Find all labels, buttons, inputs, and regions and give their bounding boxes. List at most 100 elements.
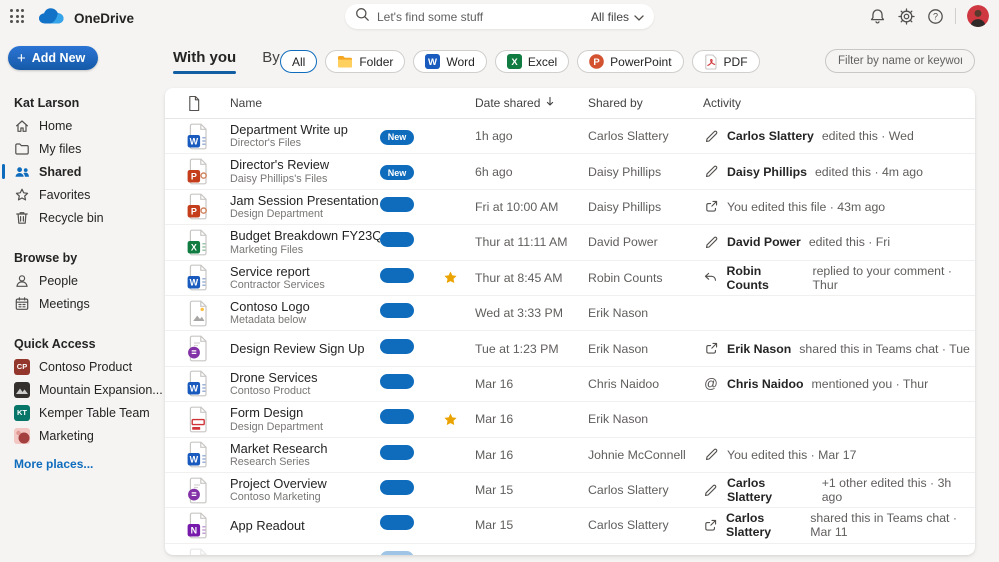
filter-pill-label: Word [446, 55, 474, 69]
filter-pill-pdf[interactable]: PDF [692, 50, 760, 73]
svg-text:W: W [428, 57, 437, 68]
filter-pill-word[interactable]: W Word [413, 50, 486, 73]
search-input[interactable] [377, 10, 584, 24]
table-row[interactable]: P Jam Session Presentation Design Depart… [165, 190, 975, 225]
help-icon[interactable]: ? [926, 7, 944, 25]
sidebar-item-label: People [39, 274, 78, 288]
activity-actor: Chris Naidoo [727, 377, 804, 391]
file-name: Design Review Sign Up [230, 341, 380, 356]
badge-cell: New [380, 127, 443, 145]
settings-gear-icon[interactable] [897, 7, 915, 25]
filter-pill-icon: X [507, 54, 522, 69]
sidebar-item-meetings[interactable]: Meetings [0, 292, 165, 315]
activity-text: edited this · Fri [809, 235, 890, 249]
table-row[interactable]: Design Review Sign Up Tue at 1:23 PM Eri… [165, 331, 975, 366]
file-location: Contoso Product [230, 385, 380, 398]
onenote-file-icon: N [187, 512, 230, 539]
file-name-cell: Project Overview Contoso Marketing [230, 476, 380, 504]
table-row[interactable]: Form Design Design Department Mar 16 Eri… [165, 402, 975, 437]
new-badge [380, 445, 414, 460]
sidebar-item-my-files[interactable]: My files [0, 137, 165, 160]
mention-activity-icon: @ [703, 376, 719, 391]
activity: Daisy Phillips edited this · 4m ago [703, 164, 975, 179]
filter-pill-label: All [292, 55, 305, 69]
file-name: Your Team Subscription [230, 554, 380, 555]
file-icon-column-header [187, 95, 230, 112]
table-row[interactable]: W Department Write up Director's Files N… [165, 119, 975, 154]
table-row[interactable]: P Director's Review Daisy Phillips's Fil… [165, 154, 975, 189]
sidebar-quick-access-kemper-table-team[interactable]: KT Kemper Table Team [0, 401, 165, 424]
filter-pill-excel[interactable]: X Excel [495, 50, 569, 73]
selection-indicator [2, 164, 5, 179]
date-shared: 6h ago [475, 165, 588, 179]
table-row[interactable]: Project Overview Contoso Marketing Mar 1… [165, 473, 975, 508]
sidebar-quick-access-marketing[interactable]: Marketing [0, 424, 165, 447]
activity: You edited this · Mar 17 [703, 447, 975, 462]
column-header-shared-by[interactable]: Shared by [588, 96, 703, 110]
badge-cell [380, 232, 443, 252]
activity: Robin Counts replied to your comment · T… [703, 264, 975, 292]
onedrive-cloud-icon [38, 6, 68, 30]
sidebar-item-favorites[interactable]: Favorites [0, 183, 165, 206]
column-header-date-shared[interactable]: Date shared [475, 96, 588, 110]
home-icon [14, 118, 30, 134]
table-row[interactable]: Contoso Logo Metadata below Wed at 3:33 … [165, 296, 975, 331]
date-shared: Thur at 8:45 AM [475, 271, 588, 285]
notifications-bell-icon[interactable] [868, 7, 886, 25]
date-shared: Mar 15 [475, 518, 588, 532]
table-row[interactable]: W Drone Services Contoso Product Mar 16 … [165, 367, 975, 402]
file-name: Budget Breakdown FY23Q2 [230, 228, 380, 243]
new-badge [380, 515, 414, 530]
svg-text:W: W [190, 278, 199, 288]
redform-file-icon [187, 406, 230, 433]
table-row[interactable]: W Your Team Subscription [165, 544, 975, 555]
new-badge [380, 551, 414, 555]
edit-activity-icon [703, 129, 719, 144]
table-header: Name Date shared Shared by Activity [165, 88, 975, 119]
sidebar-item-recycle-bin[interactable]: Recycle bin [0, 206, 165, 229]
new-badge [380, 232, 414, 247]
file-location: Director's Files [230, 137, 380, 150]
svg-text:P: P [191, 172, 197, 182]
sidebar-quick-access-contoso-product[interactable]: CP Contoso Product [0, 355, 165, 378]
star-icon [14, 187, 30, 203]
filter-pill-all[interactable]: All [280, 50, 317, 73]
activity-actor: Carlos Slattery [726, 511, 802, 539]
more-places-link[interactable]: More places... [14, 457, 93, 471]
onedrive-logo[interactable]: OneDrive [38, 6, 134, 30]
table-row[interactable]: W Service report Contractor Services Thu… [165, 261, 975, 296]
shared-by: David Power [588, 235, 703, 249]
table-row[interactable]: W Market Research Research Series Mar 16… [165, 438, 975, 473]
sidebar-item-people[interactable]: People [0, 269, 165, 292]
filter-by-name-input[interactable] [825, 49, 975, 73]
reply-activity-icon [703, 270, 718, 285]
activity-text: You edited this file · 43m ago [727, 200, 885, 214]
edit-activity-icon [703, 164, 719, 179]
divider [955, 8, 956, 24]
app-title: OneDrive [74, 11, 134, 26]
date-shared: Thur at 11:11 AM [475, 235, 588, 249]
app-launcher-icon[interactable] [10, 9, 26, 25]
table-row[interactable]: N App Readout Mar 15 Carlos Slattery Car… [165, 508, 975, 543]
add-new-button[interactable]: + Add New [8, 46, 98, 70]
date-shared: Fri at 10:00 AM [475, 200, 588, 214]
search-scope-dropdown[interactable]: All files [591, 10, 644, 24]
filter-pill-powerpoint[interactable]: P PowerPoint [577, 50, 683, 73]
edit-activity-icon [703, 447, 719, 462]
sidebar-item-home[interactable]: Home [0, 114, 165, 137]
shared-files-card: Name Date shared Shared by Activity W De… [165, 88, 975, 555]
sidebar-quick-access-mountain-expansion[interactable]: Mountain Expansion... [0, 378, 165, 401]
tab-with-you[interactable]: With you [173, 49, 236, 74]
trash-icon [14, 210, 30, 226]
table-row[interactable]: X Budget Breakdown FY23Q2 Marketing File… [165, 225, 975, 260]
column-header-activity[interactable]: Activity [703, 96, 975, 110]
chevron-down-icon [634, 10, 644, 24]
user-avatar[interactable] [967, 5, 989, 27]
filter-pill-icon: W [425, 54, 440, 69]
column-header-name[interactable]: Name [230, 96, 475, 110]
shared-by: Carlos Slattery [588, 518, 703, 532]
filter-pill-folder[interactable]: Folder [325, 50, 405, 73]
sidebar-quick-access: CP Contoso Product Mountain Expansion...… [0, 355, 165, 447]
sidebar-item-shared[interactable]: Shared [0, 160, 165, 183]
badge-cell [380, 515, 443, 535]
